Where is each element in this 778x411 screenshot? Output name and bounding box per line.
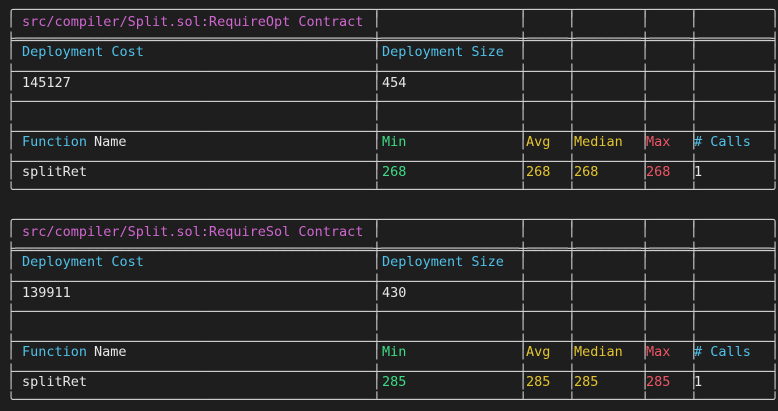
table-border-bottom: ╰───────────────────────────────────────… (7, 392, 778, 408)
calls-cell: 1 (694, 164, 703, 180)
deployment-size-value: 430 (382, 285, 407, 301)
calls-column-header: # Calls (694, 344, 751, 360)
contract-title: src/compiler/Split.sol:RequireOpt Contra… (22, 14, 364, 30)
deployment-size-header: Deployment Size (382, 44, 504, 60)
function-name-cell: splitRet (22, 374, 88, 390)
max-column-header: Max (646, 134, 671, 150)
calls-cell: 1 (694, 374, 703, 390)
max-cell: 268 (646, 164, 671, 180)
deployment-size-value: 454 (382, 75, 407, 91)
median-column-header: Median (574, 344, 623, 360)
deployment-cost-value: 139911 (22, 285, 71, 301)
avg-cell: 268 (526, 164, 551, 180)
table-row-border: │ │ │ │ │ │ │ (7, 105, 778, 121)
deployment-size-header: Deployment Size (382, 254, 504, 270)
function-column-header: Function (22, 344, 88, 360)
contract-title: src/compiler/Split.sol:RequireSol Contra… (22, 224, 364, 240)
avg-column-header: Avg (526, 344, 551, 360)
median-cell: 285 (574, 374, 599, 390)
table-border-bottom: ╰───────────────────────────────────────… (7, 182, 778, 198)
function-column-header: Function (22, 134, 88, 150)
deployment-cost-header: Deployment Cost (22, 44, 144, 60)
avg-cell: 285 (526, 374, 551, 390)
name-column-header: Name (94, 344, 127, 360)
median-column-header: Median (574, 134, 623, 150)
min-cell: 268 (382, 164, 407, 180)
max-column-header: Max (646, 344, 671, 360)
table-row-border: │ │ │ │ │ │ │ (7, 315, 778, 331)
function-name-cell: splitRet (22, 164, 88, 180)
deployment-cost-value: 145127 (22, 75, 71, 91)
name-column-header: Name (94, 134, 127, 150)
deployment-cost-header: Deployment Cost (22, 254, 144, 270)
min-cell: 285 (382, 374, 407, 390)
calls-column-header: # Calls (694, 134, 751, 150)
median-cell: 268 (574, 164, 599, 180)
max-cell: 285 (646, 374, 671, 390)
min-column-header: Min (382, 344, 407, 360)
avg-column-header: Avg (526, 134, 551, 150)
terminal-output: ╭───────────────────────────────────────… (0, 0, 778, 411)
min-column-header: Min (382, 134, 407, 150)
